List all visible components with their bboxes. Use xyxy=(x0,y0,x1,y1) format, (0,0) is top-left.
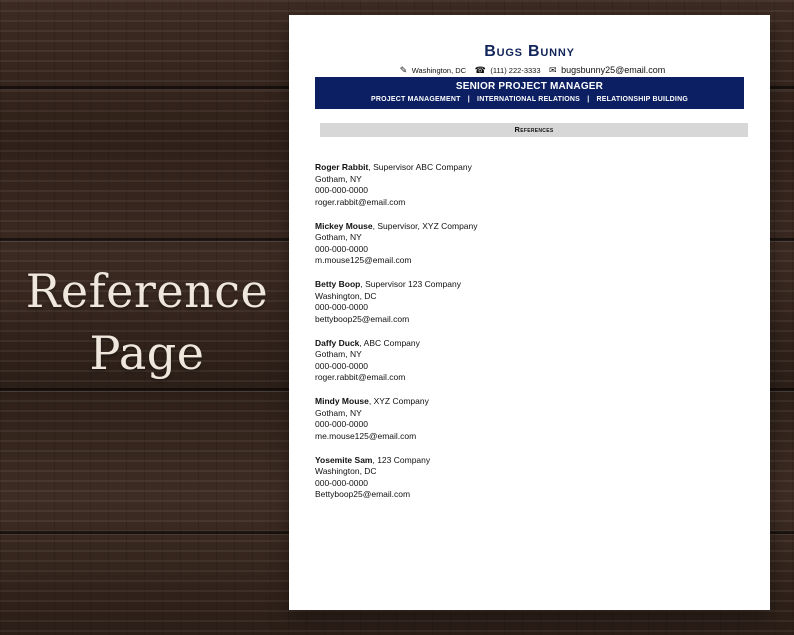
references-list: Roger Rabbit, Supervisor ABC Company Got… xyxy=(315,162,745,513)
contact-location: Washington, DC xyxy=(411,66,467,75)
reference-item: Daffy Duck, ABC Company Gotham, NY 000-0… xyxy=(315,338,745,384)
skill-separator: | xyxy=(467,96,470,103)
envelope-icon: ✉ xyxy=(549,65,557,75)
reference-location: Washington, DC xyxy=(315,466,377,476)
reference-phone: 000-000-0000 xyxy=(315,477,368,488)
skill-item: RELATIONSHIP BUILDING xyxy=(596,96,688,103)
reference-email: bettyboop25@email.com xyxy=(315,313,410,324)
reference-item: Mindy Mouse, XYZ Company Gotham, NY 000-… xyxy=(315,396,745,442)
skill-item: PROJECT MANAGEMENT xyxy=(371,96,461,103)
reference-name: Betty Boop xyxy=(315,279,361,289)
contact-phone: (111) 222-3333 xyxy=(490,66,541,75)
overlay-title: Reference Page xyxy=(22,260,272,384)
reference-location: Gotham, NY xyxy=(315,349,362,359)
reference-email: Bettyboop25@email.com xyxy=(315,489,411,499)
reference-item: Mickey Mouse, Supervisor, XYZ Company Go… xyxy=(315,221,745,267)
references-section-header: References xyxy=(320,123,748,137)
reference-name-line: Yosemite Sam, 123 Company xyxy=(315,455,745,467)
reference-name: Roger Rabbit xyxy=(315,162,369,172)
contact-line: ✎ Washington, DC ☎ (111) 222-3333 ✉ bugs… xyxy=(289,65,770,76)
reference-phone: 000-000-0000 xyxy=(315,185,368,195)
contact-email: bugsbunny25@email.com xyxy=(561,65,666,75)
phone-icon: ☎ xyxy=(474,65,486,75)
skills-line: PROJECT MANAGEMENT | INTERNATIONAL RELAT… xyxy=(315,96,744,103)
skill-separator: | xyxy=(587,96,590,103)
reference-item: Yosemite Sam, 123 Company Washington, DC… xyxy=(315,455,745,501)
reference-item: Roger Rabbit, Supervisor ABC Company Got… xyxy=(315,162,745,208)
overlay-title-line1: Reference xyxy=(25,264,269,318)
reference-phone: 000-000-0000 xyxy=(315,360,368,371)
reference-phone: 000-000-0000 xyxy=(315,243,368,254)
reference-item: Betty Boop, Supervisor 123 Company Washi… xyxy=(315,279,745,325)
reference-role-company: , Supervisor, XYZ Company xyxy=(372,220,478,231)
map-icon: ✎ xyxy=(399,65,408,75)
job-title: SENIOR PROJECT MANAGER xyxy=(455,81,604,92)
skill-item: INTERNATIONAL RELATIONS xyxy=(477,96,581,103)
resume-name: Bugs Bunny xyxy=(484,43,575,60)
reference-role-company: , ABC Company xyxy=(359,337,420,348)
reference-location: Washington, DC xyxy=(315,290,377,301)
reference-phone: 000-000-0000 xyxy=(315,419,368,429)
reference-name-line: Betty Boop, Supervisor 123 Company xyxy=(315,279,745,291)
reference-name-line: Roger Rabbit, Supervisor ABC Company xyxy=(315,162,745,174)
reference-email: roger.rabbit@email.com xyxy=(315,372,406,382)
reference-name: Mindy Mouse xyxy=(315,396,369,406)
reference-email: me.mouse125@email.com xyxy=(315,430,417,441)
title-bar: SENIOR PROJECT MANAGER PROJECT MANAGEMEN… xyxy=(315,77,744,109)
reference-name: Mickey Mouse xyxy=(315,220,373,231)
reference-role-company: , XYZ Company xyxy=(368,396,429,406)
reference-name: Yosemite Sam xyxy=(315,454,373,465)
reference-email: roger.rabbit@email.com xyxy=(315,196,406,207)
reference-name: Daffy Duck xyxy=(315,337,360,348)
reference-name-line: Mindy Mouse, XYZ Company xyxy=(315,396,745,408)
reference-role-company: , Supervisor 123 Company xyxy=(360,279,461,289)
reference-name-line: Mickey Mouse, Supervisor, XYZ Company xyxy=(315,221,745,233)
reference-location: Gotham, NY xyxy=(315,232,362,242)
overlay-title-line2: Page xyxy=(89,326,205,380)
reference-role-company: , 123 Company xyxy=(372,454,431,465)
document-page: Bugs Bunny ✎ Washington, DC ☎ (111) 222-… xyxy=(289,15,770,610)
reference-name-line: Daffy Duck, ABC Company xyxy=(315,338,745,350)
reference-location: Gotham, NY xyxy=(315,173,362,184)
reference-email: m.mouse125@email.com xyxy=(315,255,412,265)
reference-role-company: , Supervisor ABC Company xyxy=(368,162,472,172)
reference-location: Gotham, NY xyxy=(315,407,362,418)
reference-phone: 000-000-0000 xyxy=(315,302,368,312)
